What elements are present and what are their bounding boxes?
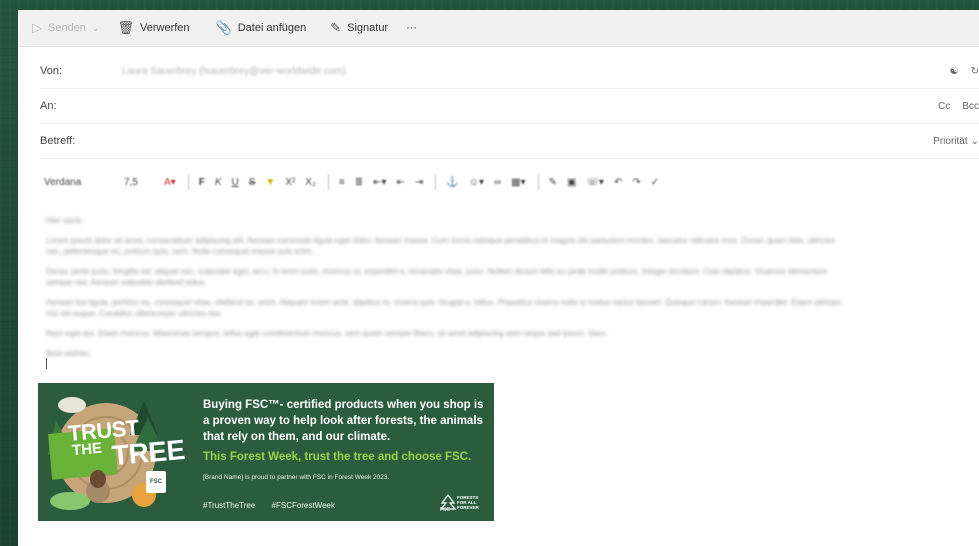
toolbar-divider <box>537 174 539 190</box>
banner-hashtags: #TrustTheTree #FSCForestWeek <box>203 501 349 510</box>
image-icon[interactable]: ▣ <box>567 177 576 188</box>
from-row: Von: Laura Sauerbrey (lsauerbrey@ver-wor… <box>40 54 979 89</box>
refresh-icon[interactable]: ↻ <box>971 66 979 77</box>
command-bar: ▷ Senden ⌄ 🗑 Verwerfen 📎 Datei anfügen ✎… <box>18 10 979 47</box>
indent-decrease-icon[interactable]: ⇤ <box>397 177 405 188</box>
fsc-banner-image[interactable]: TRUST THE TREE FSC Buying FSC™- certifie… <box>38 383 494 521</box>
priority-label: Priorität <box>933 135 968 147</box>
recipient-options: Cc Bcc <box>926 101 979 112</box>
send-button[interactable]: ▷ Senden ⌄ <box>32 20 99 36</box>
link-icon[interactable]: ∞ <box>494 177 501 188</box>
more-options-button[interactable]: ··· <box>406 22 417 34</box>
text-cursor <box>46 358 47 369</box>
align-icon[interactable]: ⇤▾ <box>373 177 386 188</box>
body-paragraph: Lorem ipsum dolor sit amet, consectetuer… <box>46 236 835 256</box>
discard-button[interactable]: 🗑 Verwerfen <box>117 20 189 36</box>
chevron-down-icon: ⌄ <box>970 135 979 147</box>
signature-label: Signatur <box>347 22 389 34</box>
bullet-list-icon[interactable]: ≡ <box>339 177 345 188</box>
body-paragraph: Nam eget dui. Etiam rhoncus. Maecenas te… <box>46 329 608 338</box>
discard-label: Verwerfen <box>140 22 190 34</box>
table-icon[interactable]: ▦▾ <box>511 177 525 188</box>
body-paragraph: Donec pede justo, fringilla vel, aliquet… <box>46 267 828 287</box>
banner-partner-text: [Brand Name] is proud to partner with FS… <box>203 474 390 481</box>
send-icon: ▷ <box>32 20 42 35</box>
fsc-badge: FSC <box>146 471 166 493</box>
dictate-icon[interactable]: ☏▾ <box>586 177 604 188</box>
banner-cta-text: This Forest Week, trust the tree and cho… <box>203 451 472 463</box>
signature-button[interactable]: ✎ Signatur <box>330 20 388 36</box>
clear-format-icon[interactable]: ✓ <box>651 177 659 188</box>
signoff: Best wishes, <box>46 349 91 358</box>
person-icon[interactable]: ☯ <box>950 66 959 77</box>
from-label: Von: <box>40 65 63 77</box>
hashtag: #TrustTheTree <box>203 501 256 510</box>
subject-field[interactable] <box>102 134 882 148</box>
redo-icon[interactable]: ↷ <box>632 177 640 188</box>
highlight-icon[interactable]: ▼ <box>265 177 275 188</box>
pen-icon: ✎ <box>330 20 342 35</box>
strikethrough-icon[interactable]: S <box>249 177 256 188</box>
italic-icon[interactable]: K <box>215 177 222 188</box>
superscript-icon[interactable]: X² <box>285 177 295 188</box>
greeting: Hier sacis, <box>46 216 84 225</box>
formatting-toolbar: Verdana 7,5 A▾ F K U S ▼ X² X₂ ≡ ≣ ⇤▾ ⇤ … <box>44 170 979 194</box>
underline-icon[interactable]: U <box>231 177 238 188</box>
indent-increase-icon[interactable]: ⇥ <box>415 177 423 188</box>
subject-row: Betreff: Priorität ⌄ <box>40 124 979 159</box>
subject-label: Betreff: <box>40 135 76 147</box>
chevron-down-icon[interactable]: ⌄ <box>92 23 100 34</box>
to-label: An: <box>40 100 57 112</box>
from-actions: ☯ ↻ <box>938 66 979 77</box>
to-row: An: Cc Bcc <box>40 89 979 124</box>
paperclip-icon: 📎 <box>215 20 232 35</box>
toolbar-divider <box>187 174 189 190</box>
body-paragraph: Aenean leo ligula, porttitor eu, consequ… <box>46 298 842 318</box>
banner-main-text: Buying FSC™- certified products when you… <box>203 399 484 443</box>
message-body[interactable]: Hier sacis, Lorem ipsum dolor sit amet, … <box>46 215 846 368</box>
tree-word: TREE <box>110 433 186 472</box>
fsc-label: FSC <box>440 507 450 513</box>
trash-icon: 🗑 <box>117 20 134 35</box>
send-label: Senden <box>48 22 86 34</box>
format-painter-icon[interactable]: ✎ <box>549 177 557 188</box>
attach-label: Datei anfügen <box>237 22 307 34</box>
bcc-button[interactable]: Bcc <box>962 101 979 112</box>
hashtag: #FSCForestWeek <box>271 501 335 510</box>
styles-icon[interactable]: ⚓ <box>446 177 458 188</box>
bold-icon[interactable]: F <box>199 177 205 188</box>
the-word: THE <box>71 439 103 460</box>
font-size-select[interactable]: 7,5 <box>124 177 154 188</box>
more-icon: ··· <box>406 22 418 34</box>
font-color-icon[interactable]: A▾ <box>164 177 176 188</box>
numbered-list-icon[interactable]: ≣ <box>355 177 363 188</box>
font-name-select[interactable]: Verdana <box>44 177 114 188</box>
from-field[interactable]: Laura Sauerbrey (lsauerbrey@ver-worldwid… <box>122 66 346 77</box>
undo-icon[interactable]: ↶ <box>614 177 622 188</box>
compose-window: ▷ Senden ⌄ 🗑 Verwerfen 📎 Datei anfügen ✎… <box>18 10 979 546</box>
toolbar-divider <box>435 174 437 190</box>
fsc-tagline: FORESTS FOR ALL FOREVER <box>457 495 479 510</box>
toolbar-divider <box>327 174 329 190</box>
cc-button[interactable]: Cc <box>938 101 950 112</box>
emoji-icon[interactable]: ☺▾ <box>469 177 484 188</box>
priority-control[interactable]: Priorität ⌄ <box>921 136 979 147</box>
subscript-icon[interactable]: X₂ <box>305 177 316 188</box>
attach-file-button[interactable]: 📎 Datei anfügen <box>216 20 307 36</box>
to-field[interactable] <box>102 99 882 113</box>
